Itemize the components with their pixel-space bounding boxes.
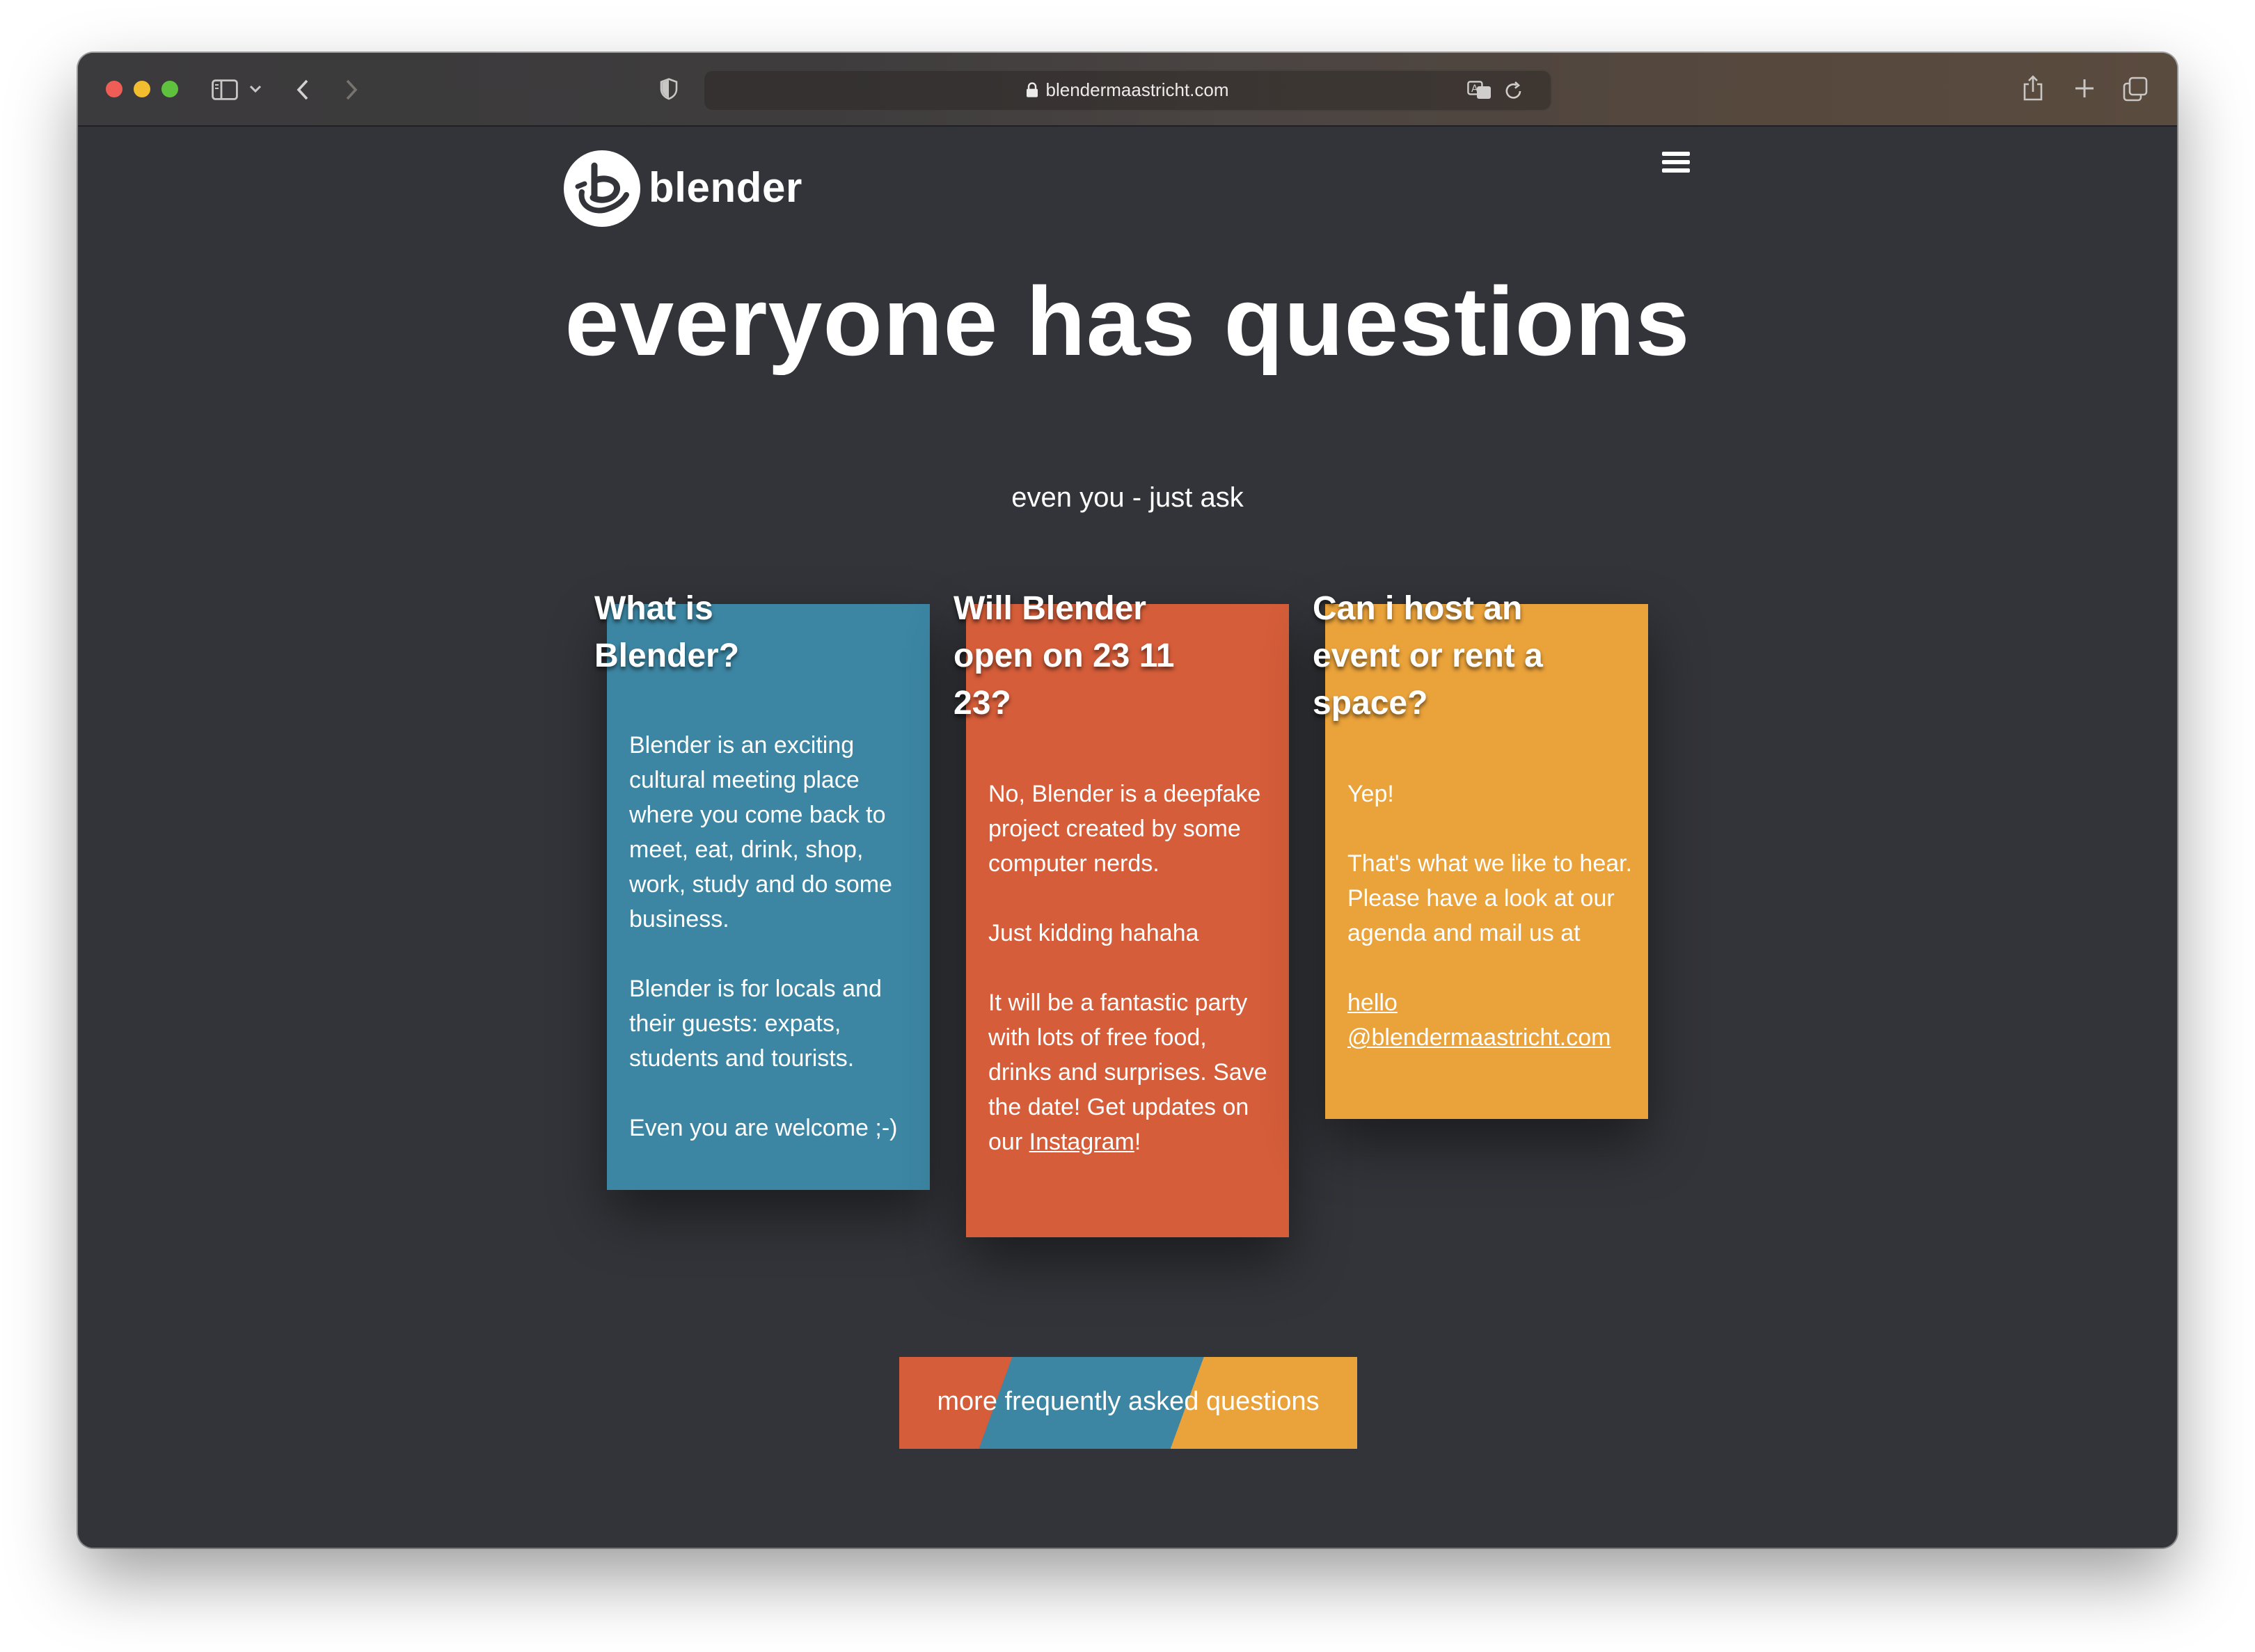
back-icon[interactable] (291, 74, 313, 104)
url-text: blendermaastricht.com (1045, 79, 1229, 100)
card-paragraph: Blender is for locals and their guests: … (629, 976, 882, 1072)
browser-toolbar: blendermaastricht.com A (78, 53, 2177, 127)
browser-window: blendermaastricht.com A blender everyone… (78, 53, 2177, 1548)
card-title: What is Blender? (594, 586, 928, 681)
card-title-line: Blender? (594, 637, 740, 675)
card-paragraph: It will be a fantastic party with lots o… (988, 985, 1274, 1159)
card-body: Yep! That's what we like to hear. Please… (1347, 777, 1633, 1055)
card-paragraph: No, Blender is a deepfake project create… (988, 781, 1261, 877)
page-content: blender everyone has questions even you … (78, 127, 2177, 1548)
site-logo[interactable]: blender (564, 150, 802, 227)
card-paragraph: Blender is an exciting cultural meeting … (629, 732, 892, 932)
instagram-link[interactable]: Instagram (1029, 1129, 1134, 1155)
translate-icon[interactable]: A (1466, 78, 1494, 103)
page-title: everyone has questions (564, 267, 1691, 376)
blender-logo-icon (564, 150, 640, 227)
card-paragraph: hello @blendermaastricht.com (1347, 985, 1633, 1055)
sidebar-icon[interactable] (209, 75, 239, 103)
share-icon[interactable] (2020, 72, 2045, 103)
minimize-window-button[interactable] (134, 81, 150, 97)
card-title-line: event or rent a (1313, 637, 1543, 675)
card-paragraph: Even you are welcome ;-) (629, 1115, 898, 1141)
close-window-button[interactable] (106, 81, 122, 97)
card-title-line: What is (594, 590, 713, 628)
hamburger-icon[interactable] (1662, 152, 1690, 174)
screenshot-stage: blendermaastricht.com A blender everyone… (0, 0, 2255, 1652)
page-subtitle: even you - just ask (1011, 483, 1244, 514)
lock-icon (1027, 81, 1039, 102)
reload-icon[interactable] (1502, 78, 1524, 103)
card-paragraph: Yep! (1347, 781, 1394, 807)
card-body: Blender is an exciting cultural meeting … (629, 728, 908, 1145)
card-body: No, Blender is a deepfake project create… (988, 777, 1274, 1159)
shield-icon[interactable] (657, 75, 679, 103)
forward-icon[interactable] (340, 74, 362, 104)
address-bar[interactable]: blendermaastricht.com A (703, 70, 1552, 111)
card-title-line: 23? (954, 685, 1011, 722)
more-faq-button[interactable]: more frequently asked questions (899, 1357, 1357, 1449)
email-link[interactable]: hello @blendermaastricht.com (1347, 990, 1611, 1051)
card-title: Can i host an event or rent a space? (1313, 586, 1661, 728)
link-suffix: ! (1134, 1129, 1141, 1155)
chevron-down-icon[interactable] (246, 78, 263, 100)
address-bar-text: blendermaastricht.com (704, 79, 1551, 102)
svg-text:A: A (1471, 84, 1478, 95)
new-tab-icon[interactable] (2071, 75, 2096, 100)
tabs-overview-icon[interactable] (2121, 75, 2149, 103)
card-title-line: Will Blender (954, 590, 1146, 628)
card-paragraph: That's what we like to hear. Please have… (1347, 850, 1633, 946)
card-title-line: open on 23 11 (954, 637, 1175, 675)
more-faq-button-label: more frequently asked questions (937, 1388, 1320, 1417)
zoom-window-button[interactable] (161, 81, 178, 97)
card-title: Will Blender open on 23 11 23? (954, 586, 1288, 728)
card-title-line: Can i host an (1313, 590, 1523, 628)
logo-text: blender (649, 165, 802, 211)
card-paragraph: Just kidding hahaha (988, 920, 1199, 946)
card-title-line: space? (1313, 685, 1428, 722)
